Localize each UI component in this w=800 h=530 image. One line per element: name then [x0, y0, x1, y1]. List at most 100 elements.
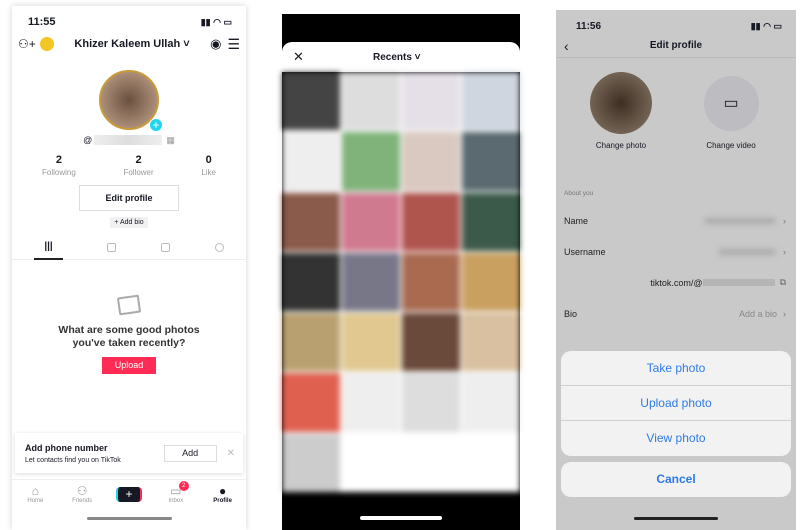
profile-photo[interactable]: [590, 72, 652, 134]
reposts-tab-icon[interactable]: [161, 243, 170, 252]
status-bar: 11:56 ▮▮ ◠ ▭: [556, 10, 796, 34]
home-indicator: [634, 517, 718, 520]
stat-value: 2: [55, 154, 62, 166]
take-photo-option[interactable]: Take photo: [561, 351, 791, 386]
picker-header: ✕ Recents ˅: [282, 42, 520, 72]
menu-icon[interactable]: ☰: [227, 36, 240, 53]
stat-label: Follower: [123, 168, 154, 177]
link-row: tiktok.com/@ ⧉: [556, 267, 796, 298]
bio-row[interactable]: Bio Add a bio ›: [556, 298, 796, 329]
card-title: Add phone number: [25, 442, 108, 453]
photos-icon: [116, 294, 142, 316]
friends-icon: ⚇: [76, 484, 88, 498]
home-indicator: [86, 517, 172, 520]
stat-label: Like: [201, 168, 216, 177]
username-switcher[interactable]: Khizer Kaleem Ullah ˅: [60, 38, 204, 50]
handle-blurred: [94, 135, 163, 145]
profile-icon: ●: [218, 484, 227, 498]
change-photo-label[interactable]: Change photo: [596, 141, 646, 150]
change-video[interactable]: ▭ Change video: [681, 72, 781, 150]
back-icon[interactable]: ‹: [564, 38, 584, 54]
add-avatar-icon[interactable]: +: [149, 118, 163, 132]
section-label: About you: [564, 190, 594, 197]
stat-follower[interactable]: 2 Follower: [123, 154, 153, 177]
video-camera-icon[interactable]: ▭: [703, 76, 759, 131]
action-sheet: Take photo Upload photo View photo: [561, 351, 791, 456]
nav-inbox[interactable]: ▭ Inbox 2: [156, 481, 196, 509]
username-row[interactable]: Username ›: [556, 236, 796, 267]
nav-friends[interactable]: ⚇ Friends: [62, 484, 102, 509]
add-bio-button[interactable]: + Add bio: [110, 217, 148, 228]
username-value-blurred: [719, 248, 775, 255]
stat-value: 2: [135, 154, 142, 166]
photo-picker-screen: ✕ Recents ˅: [282, 14, 520, 530]
change-photo[interactable]: Change photo: [571, 72, 671, 150]
profile-header: ⚇+ Khizer Kaleem Ullah ˅ ◉ ☰: [12, 30, 246, 58]
name-value-blurred: [705, 217, 775, 224]
status-time: 11:55: [28, 16, 56, 28]
bottom-nav: ⌂ Home ⚇ Friends + ▭ Inbox 2 ● Profile: [12, 479, 246, 509]
nav-home[interactable]: ⌂ Home: [15, 484, 55, 509]
media-row: Change photo ▭ Change video: [556, 72, 796, 150]
status-icons: ▮▮ ◠ ▭: [200, 17, 232, 27]
profile-tabs: |||: [12, 236, 246, 260]
profile-screen: 11:55 ▮▮ ◠ ▭ ⚇+ Khizer Kaleem Ullah ˅ ◉ …: [12, 6, 246, 530]
home-icon: ⌂: [31, 484, 40, 498]
close-icon[interactable]: ✕: [293, 49, 373, 65]
videos-tab-icon[interactable]: |||: [34, 236, 63, 260]
nav-label: Profile: [213, 498, 232, 504]
link-blurred: [702, 279, 775, 286]
nav-profile[interactable]: ● Profile: [203, 484, 243, 509]
photo-grid[interactable]: [282, 72, 520, 492]
card-subtitle: Let contacts find you on TikTok: [25, 456, 121, 464]
close-icon[interactable]: ✕: [227, 448, 235, 459]
handle-row: @ ▦: [12, 134, 246, 146]
stat-like[interactable]: 0 Like: [201, 154, 216, 177]
title-bar: ‹ Edit profile: [556, 34, 796, 58]
stat-label: Following: [42, 168, 76, 177]
private-tab-icon[interactable]: [107, 243, 117, 252]
view-photo-option[interactable]: View photo: [561, 421, 791, 456]
liked-tab-icon[interactable]: [214, 243, 224, 252]
nav-label: Friends: [72, 498, 93, 504]
stats-row: 2 Following 2 Follower 0 Like: [12, 154, 246, 177]
add-phone-card: Add phone number Let contacts find you o…: [15, 433, 243, 473]
album-selector[interactable]: Recents ˅: [373, 52, 421, 63]
profile-link: tiktok.com/@: [650, 277, 703, 288]
add-phone-button[interactable]: Add: [163, 444, 217, 462]
upload-button[interactable]: Upload: [102, 357, 156, 374]
edit-profile-button[interactable]: Edit profile: [79, 185, 179, 211]
edit-profile-screen: 11:56 ▮▮ ◠ ▭ ‹ Edit profile Change photo…: [556, 10, 796, 530]
upload-photo-option[interactable]: Upload photo: [561, 386, 791, 421]
change-video-label[interactable]: Change video: [706, 141, 755, 150]
row-label: Bio: [564, 308, 578, 319]
name-row[interactable]: Name ›: [556, 205, 796, 236]
copy-icon[interactable]: ⧉: [780, 277, 786, 288]
chevron-right-icon: ›: [783, 246, 786, 257]
handle-prefix: @: [83, 135, 93, 145]
album-title: Recents: [373, 51, 412, 63]
home-indicator: [360, 516, 442, 520]
page-title: Edit profile: [649, 40, 703, 51]
empty-title: What are some good photos you've taken r…: [58, 324, 200, 349]
add-friend-icon[interactable]: ⚇+: [18, 37, 36, 51]
coin-icon[interactable]: [40, 37, 54, 51]
nav-label: Inbox: [168, 498, 184, 504]
row-label: Username: [564, 246, 606, 257]
create-button[interactable]: +: [109, 484, 149, 509]
top-bar: [282, 14, 520, 42]
bottom-bar: [282, 492, 520, 530]
card-text: Add phone number Let contacts find you o…: [25, 443, 164, 464]
profile-name: Khizer Kaleem Ullah: [74, 38, 181, 50]
cancel-button[interactable]: Cancel: [561, 462, 791, 497]
stat-following[interactable]: 2 Following: [42, 154, 76, 177]
status-time: 11:56: [576, 21, 602, 32]
bio-value: Add a bio: [738, 308, 777, 319]
inbox-badge: 2: [178, 481, 189, 491]
qr-code-icon[interactable]: ▦: [166, 135, 175, 146]
cancel-sheet: Cancel: [561, 462, 791, 497]
row-label: Name: [564, 215, 589, 226]
eye-icon[interactable]: ◉: [210, 36, 221, 52]
